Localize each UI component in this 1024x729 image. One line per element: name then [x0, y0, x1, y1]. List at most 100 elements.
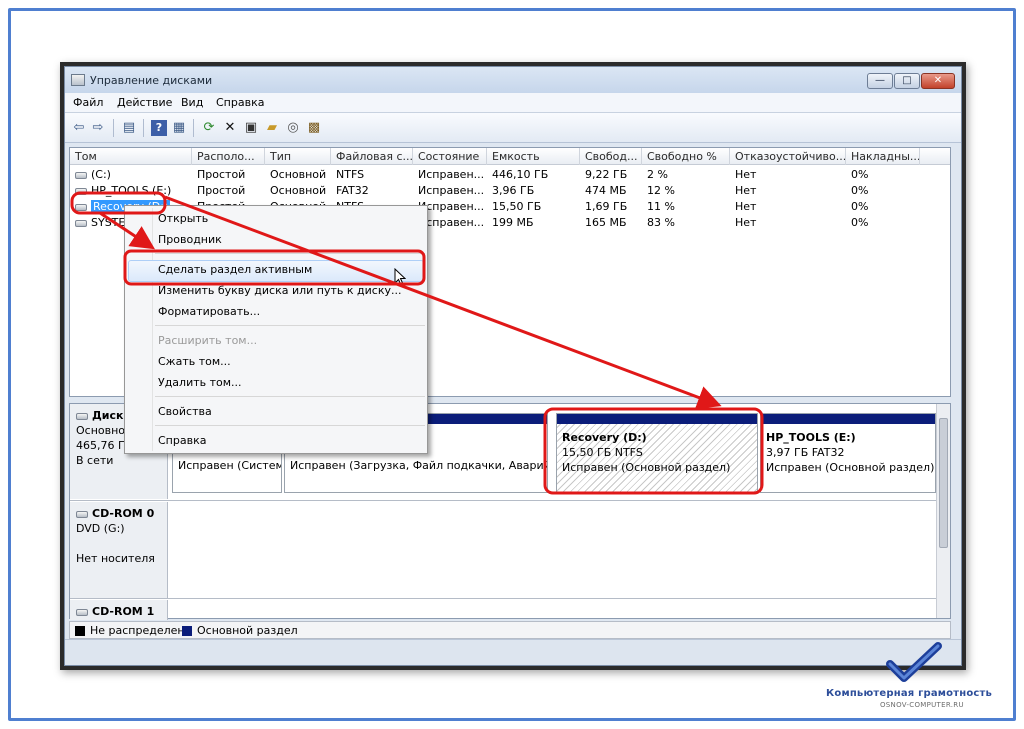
partition-bar [761, 414, 935, 424]
menu-item-shrink[interactable]: Сжать том... [158, 355, 231, 368]
cell-type: Основной [270, 168, 327, 181]
menu-item-mark-active[interactable]: Сделать раздел активным [158, 263, 312, 276]
cell-overhead: 0% [851, 200, 869, 213]
cdrom-icon [76, 510, 88, 518]
partition-status: Исправен (Основной раздел) [766, 461, 935, 474]
cell-layout: Простой [197, 168, 246, 181]
back-arrow-icon[interactable]: ⇦ [71, 120, 87, 136]
menu-item-open[interactable]: Открыть [158, 212, 208, 225]
legend-swatch-primary [182, 626, 192, 636]
column-header-filesystem[interactable]: Файловая с... [331, 148, 413, 165]
menu-gutter [152, 208, 153, 451]
partition-recovery-selected[interactable]: Recovery (D:) 15,50 ГБ NTFS Исправен (Ос… [556, 413, 758, 493]
maximize-button[interactable]: □ [894, 73, 920, 89]
volume-name: (C:) [91, 168, 111, 181]
menu-help[interactable]: Справка [216, 96, 264, 109]
mouse-cursor-icon [394, 268, 406, 286]
column-header-free-percent[interactable]: Свободно % [642, 148, 730, 165]
disk-management-app-icon [71, 74, 85, 86]
table-row[interactable]: HP_TOOLS (E:) Простой Основной FAT32 Исп… [70, 183, 950, 199]
cell-capacity: 15,50 ГБ [492, 200, 542, 213]
menu-item-delete[interactable]: Удалить том... [158, 376, 242, 389]
cell-free-percent: 12 % [647, 184, 675, 197]
drive-icon [75, 171, 87, 179]
table-row[interactable]: (C:) Простой Основной NTFS Исправен... 4… [70, 167, 950, 183]
menu-action[interactable]: Действие [117, 96, 172, 109]
properties-icon[interactable]: ▣ [243, 120, 259, 136]
disk-name: CD-ROM 1 [92, 605, 155, 618]
menu-item-properties[interactable]: Свойства [158, 405, 212, 418]
help-icon[interactable]: ? [151, 120, 167, 136]
cell-status: Исправен... [418, 184, 485, 197]
disk-icon [76, 412, 88, 420]
menu-separator [155, 253, 425, 254]
menu-item-format[interactable]: Форматировать... [158, 305, 260, 318]
close-button[interactable]: ✕ [921, 73, 955, 89]
column-header-layout[interactable]: Располо... [192, 148, 265, 165]
column-header-status[interactable]: Состояние [413, 148, 487, 165]
partition-status: Исправен (Систем [178, 459, 282, 472]
watermark-logo: Компьютерная грамотность OSNOV-COMPUTER.… [824, 640, 1010, 712]
cell-status: Исправен... [418, 168, 485, 181]
menu-bar: Файл Действие Вид Справка [65, 93, 961, 113]
drive-icon [75, 187, 87, 195]
column-header-volume[interactable]: Том [70, 148, 192, 165]
partition-name: HP_TOOLS (E:) [766, 431, 856, 444]
menu-separator [155, 425, 425, 426]
cell-overhead: 0% [851, 216, 869, 229]
cell-free: 165 МБ [585, 216, 627, 229]
menu-separator [155, 396, 425, 397]
vertical-scrollbar[interactable] [936, 404, 950, 618]
view-panel-icon[interactable]: ▦ [171, 120, 187, 136]
title-bar: Управление дисками — □ ✕ [65, 67, 961, 93]
menu-file[interactable]: Файл [73, 96, 103, 109]
settings-icon[interactable]: ▩ [306, 120, 322, 136]
watermark-site: OSNOV-COMPUTER.RU [880, 701, 964, 709]
forward-arrow-icon[interactable]: ⇨ [90, 120, 106, 136]
cell-fault-tolerance: Нет [735, 168, 757, 181]
menu-view[interactable]: Вид [181, 96, 203, 109]
cell-overhead: 0% [851, 168, 869, 181]
toolbar-separator [193, 119, 194, 137]
cell-type: Основной [270, 184, 327, 197]
menu-item-change-letter[interactable]: Изменить букву диска или путь к диску... [158, 284, 401, 297]
properties-panel-icon[interactable]: ▤ [121, 120, 137, 136]
cell-filesystem: FAT32 [336, 184, 369, 197]
cell-capacity: 3,96 ГБ [492, 184, 535, 197]
cell-free-percent: 11 % [647, 200, 675, 213]
search-disk-icon[interactable]: ◎ [285, 120, 301, 136]
partition-name: Recovery (D:) [562, 431, 647, 444]
cell-fault-tolerance: Нет [735, 184, 757, 197]
volume-name: HP_TOOLS (E:) [91, 184, 172, 197]
cell-free-percent: 2 % [647, 168, 668, 181]
legend-bar: Не распределен Основной раздел [69, 621, 951, 639]
column-header-capacity[interactable]: Емкость [487, 148, 580, 165]
cell-fault-tolerance: Нет [735, 200, 757, 213]
watermark-title: Компьютерная грамотность [826, 688, 993, 699]
menu-item-explorer[interactable]: Проводник [158, 233, 222, 246]
partition-status: Исправен (Основной раздел) [562, 461, 731, 474]
column-header-overhead[interactable]: Накладны... [846, 148, 920, 165]
disk-status: Нет носителя [76, 552, 155, 565]
cdrom-1-label[interactable]: CD-ROM 1 [70, 600, 168, 620]
column-header-free[interactable]: Свобод... [580, 148, 642, 165]
cell-free: 9,22 ГБ [585, 168, 628, 181]
cell-overhead: 0% [851, 184, 869, 197]
window-title: Управление дисками [90, 74, 213, 87]
context-menu: Открыть Проводник Сделать раздел активны… [124, 205, 428, 454]
volume-list-header: Том Располо... Тип Файловая с... Состоян… [70, 148, 950, 165]
cdrom-0-label[interactable]: CD-ROM 0 DVD (G:) Нет носителя [70, 502, 168, 598]
disk-type: DVD (G:) [76, 522, 125, 535]
column-header-fault-tolerance[interactable]: Отказоустойчиво... [730, 148, 846, 165]
open-folder-icon[interactable]: ▰ [264, 120, 280, 136]
partition-hp-tools[interactable]: HP_TOOLS (E:) 3,97 ГБ FAT32 Исправен (Ос… [760, 413, 936, 493]
minimize-button[interactable]: — [867, 73, 893, 89]
toolbar-separator [113, 119, 114, 137]
refresh-icon[interactable]: ⟳ [201, 120, 217, 136]
drive-icon [75, 219, 87, 227]
menu-item-help[interactable]: Справка [158, 434, 206, 447]
delete-icon[interactable]: ✕ [222, 120, 238, 136]
column-header-type[interactable]: Тип [265, 148, 331, 165]
scrollbar-thumb[interactable] [939, 418, 948, 548]
partition-size-fs: 15,50 ГБ NTFS [562, 446, 643, 459]
